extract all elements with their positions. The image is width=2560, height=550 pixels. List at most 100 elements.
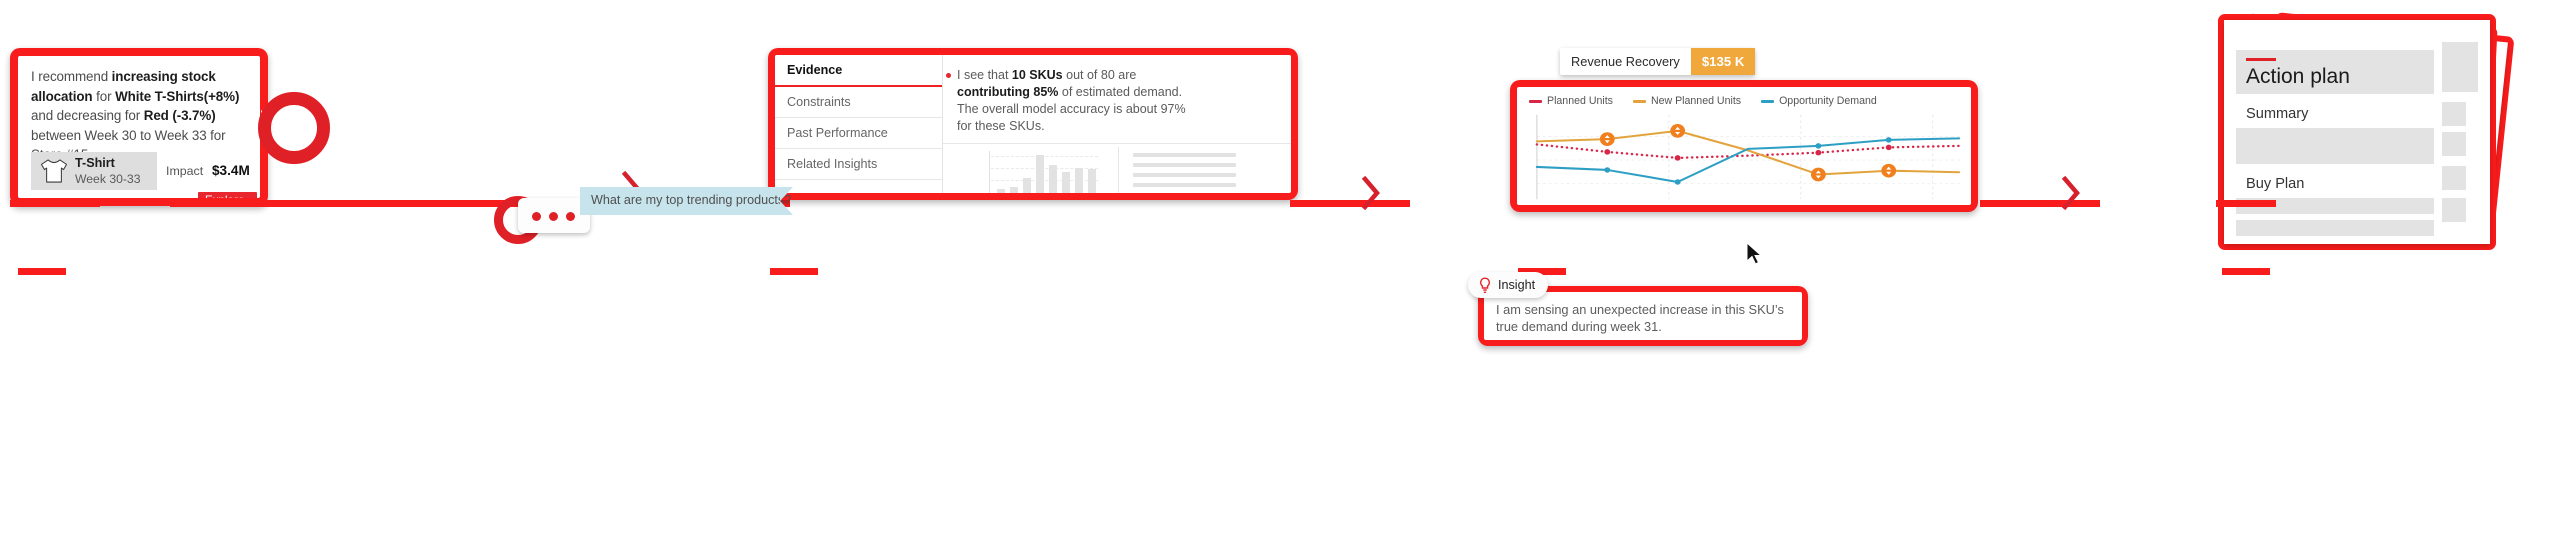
recommendation-text: I recommend increasing stock allocation …: [31, 69, 240, 162]
impact-value: $3.4M: [212, 163, 250, 178]
evidence-tab-past-performance[interactable]: Past Performance: [775, 118, 942, 149]
placeholder-text-lines: [1133, 153, 1236, 193]
chevron-right-icon-3: [2060, 175, 2082, 211]
recommendation-card: I recommend increasing stock allocation …: [10, 48, 275, 206]
lightbulb-icon: [1480, 276, 1490, 293]
insight-badge-label: Insight: [1498, 278, 1536, 292]
sku-summary-row: T-Shirt Week 30-33 Impact $3.4M Explore …: [31, 152, 258, 198]
mini-chart-bar: [1075, 168, 1083, 193]
side-thumb-4: [2442, 166, 2466, 190]
chart-marker-updown[interactable]: [1670, 123, 1686, 138]
content-divider: [943, 143, 1291, 144]
revenue-recovery-badge: Revenue Recovery $135 K: [1560, 48, 1756, 75]
tshirt-icon: [40, 159, 68, 183]
chart-marker-dot: [1604, 149, 1611, 155]
step-marker-4: [2222, 268, 2270, 275]
buy-plan-placeholder-block-2: [2236, 220, 2434, 236]
user-question-bubble: What are my top trending products?: [580, 187, 791, 215]
chart-marker-dot: [1674, 179, 1681, 185]
chart-series-line: [1535, 137, 1961, 183]
mini-chart-gridline: [991, 156, 1098, 158]
sku-name: T-Shirt: [75, 156, 115, 170]
action-plan-page-1: Action plan Summary Buy Plan: [2224, 20, 2490, 244]
summary-placeholder-block: [2236, 128, 2434, 164]
step-marker-1: [18, 268, 66, 275]
side-thumb-5: [2442, 198, 2466, 222]
chart-legend: Planned Units New Planned Units Opportunit…: [1529, 95, 1877, 107]
legend-label: New Planned Units: [1650, 95, 1742, 107]
flow-baseline-4: [1980, 200, 2100, 207]
chart-marker-updown[interactable]: [1881, 163, 1897, 178]
evidence-tab-evidence[interactable]: Evidence: [775, 55, 942, 87]
insight-text: I am sensing an unexpected increase in t…: [1496, 302, 1784, 334]
placeholder-line: [1133, 173, 1236, 177]
flow-baseline-5: [2216, 200, 2276, 207]
insight-card-body: I am sensing an unexpected increase in t…: [1484, 292, 1802, 340]
sku-period: Week 30-33: [75, 172, 141, 186]
revenue-recovery-value: $135 K: [1690, 48, 1756, 75]
mini-chart-bar: [1010, 187, 1018, 193]
title-accent-rule: [2246, 58, 2276, 61]
chart-marker-dot: [1885, 137, 1892, 143]
legend-item-0: Planned Units: [1529, 95, 1613, 107]
explore-button[interactable]: Explore ›: [198, 192, 258, 198]
mouse-cursor-icon: [1747, 243, 1763, 265]
mini-chart-bar: [1062, 172, 1070, 193]
evidence-content: I see that 10 SKUs out of 80 are contrib…: [943, 55, 1291, 193]
decorative-ring-1: [258, 92, 330, 164]
action-plan-title: Action plan: [2246, 65, 2350, 88]
chart-marker-dot: [1674, 155, 1681, 161]
legend-item-2: Opportunity Demand: [1761, 95, 1877, 107]
legend-label: Planned Units: [1547, 95, 1613, 107]
recommendation-card-body: I recommend increasing stock allocation …: [18, 56, 260, 198]
chart-marker-dot: [1604, 167, 1611, 173]
chart-marker-updown[interactable]: [1599, 132, 1615, 146]
chart-marker-dot: [1885, 144, 1892, 151]
section-heading-summary: Summary: [2246, 106, 2309, 122]
evidence-tab-constraints[interactable]: Constraints: [775, 87, 942, 118]
chart-card: Planned Units New Planned Units Opportunit…: [1510, 80, 1978, 212]
bubble-tail: [780, 187, 793, 215]
placeholder-line: [1133, 183, 1236, 187]
action-plan-stack: Action plan Summary Buy Plan: [2216, 8, 2546, 258]
evidence-tab-related-insights[interactable]: Related Insights: [775, 149, 942, 180]
flow-baseline-1: [10, 200, 100, 207]
mini-chart-bar: [1088, 169, 1096, 193]
mini-chart-bar: [1023, 178, 1031, 193]
user-question-text: What are my top trending products?: [591, 193, 792, 207]
evidence-card-body: Evidence Constraints Past Performance Relat…: [775, 55, 1291, 193]
chevron-right-icon-2: [1360, 175, 1382, 211]
legend-swatch: [1632, 99, 1646, 103]
chart-marker-updown[interactable]: [1810, 167, 1826, 182]
mini-chart-bar: [1036, 155, 1044, 193]
side-thumb-2: [2442, 102, 2466, 126]
legend-swatch: [1761, 99, 1775, 103]
placeholder-line: [1133, 153, 1236, 157]
mini-chart-bar: [997, 189, 1005, 193]
chart-marker-dot: [1815, 149, 1822, 156]
section-heading-buy-plan: Buy Plan: [2246, 176, 2305, 192]
side-thumb-3: [2442, 132, 2466, 156]
insight-badge: Insight: [1468, 272, 1549, 298]
evidence-paragraph: I see that 10 SKUs out of 80 are contrib…: [957, 68, 1186, 133]
evidence-tab-list: Evidence Constraints Past Performance Relat…: [775, 55, 943, 193]
impact-label: Impact: [166, 164, 204, 178]
step-marker-2: [770, 268, 818, 275]
bullet-icon: [946, 73, 951, 78]
legend-label: Opportunity Demand: [1779, 95, 1877, 107]
placeholder-line: [1133, 163, 1236, 167]
legend-swatch: [1529, 99, 1542, 103]
mini-chart-axis: [989, 151, 990, 193]
chart-marker-dot: [1815, 143, 1822, 149]
evidence-card: Evidence Constraints Past Performance Relat…: [768, 48, 1298, 200]
content-vertical-separator: [1118, 147, 1119, 193]
sku-left-block: T-Shirt Week 30-33: [31, 152, 157, 190]
flow-diagram: I recommend increasing stock allocation …: [0, 0, 2560, 550]
evidence-mini-bar-chart: [983, 151, 1098, 193]
side-thumb-1: [2442, 42, 2478, 92]
mini-chart-bar: [1049, 165, 1057, 193]
chart-plot-area: [1531, 113, 1965, 201]
chart-card-body: Planned Units New Planned Units Opportunit…: [1517, 87, 1971, 205]
flow-baseline-3: [1290, 200, 1410, 207]
revenue-recovery-label: Revenue Recovery: [1571, 54, 1680, 69]
